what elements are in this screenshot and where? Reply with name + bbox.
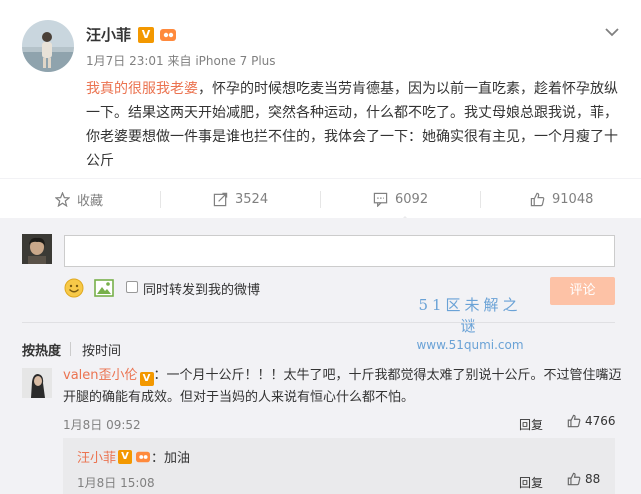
- post-action-bar: 收藏 3524 6092 91048: [0, 178, 641, 223]
- comment-time: 1月8日 09:52: [63, 418, 141, 432]
- sort-by-time-tab[interactable]: 按时间: [82, 340, 121, 359]
- reply-thread: 汪小菲 V ：加油 1月8日 15:08 回复 88: [63, 438, 615, 494]
- image-upload-icon[interactable]: [94, 279, 114, 297]
- favorite-label: 收藏: [77, 193, 104, 209]
- site-watermark: 51区未解之谜 www.51qumi.com: [410, 294, 530, 352]
- action-divider: [480, 191, 481, 208]
- sort-by-hot-tab[interactable]: 按热度: [22, 340, 61, 359]
- author-name[interactable]: 汪小菲: [86, 24, 131, 45]
- also-repost-checkbox[interactable]: [126, 281, 138, 293]
- reply-button[interactable]: 回复: [519, 416, 543, 433]
- reply-author-name[interactable]: 汪小菲: [77, 447, 116, 466]
- reply-like-count: 88: [585, 472, 601, 486]
- favorite-button[interactable]: 收藏: [55, 179, 103, 219]
- post-body: 我真的很服我老婆，怀孕的时候想吃麦当劳肯德基，因为以前一直吃素，趁着怀孕放纵一下…: [86, 77, 626, 173]
- sort-divider: [70, 342, 71, 356]
- like-count: 91048: [552, 191, 594, 207]
- verified-icon: V: [118, 449, 133, 464]
- weibo-post: 汪小菲 V 1月7日 23:01 来自 iPhone 7 Plus 我真的很服我…: [0, 0, 641, 178]
- watermark-title: 51区未解之谜: [418, 296, 522, 335]
- like-button[interactable]: 91048: [530, 179, 593, 219]
- chevron-down-icon[interactable]: [605, 22, 619, 37]
- member-level-icon: [135, 450, 151, 464]
- reply-text: 汪小菲 V ：加油: [77, 447, 190, 466]
- post-meta: 1月7日 23:01 来自 iPhone 7 Plus: [86, 52, 276, 69]
- member-level-icon: [159, 27, 177, 43]
- emoji-icon[interactable]: [64, 278, 84, 298]
- comment-count: 6092: [395, 191, 429, 207]
- thumbs-up-icon: [567, 414, 581, 428]
- reply-body: ：加油: [151, 451, 191, 466]
- current-user-avatar[interactable]: [22, 234, 52, 264]
- reply-like-button[interactable]: 88: [567, 472, 600, 486]
- repost-count: 3524: [235, 191, 269, 207]
- thumbs-up-icon: [567, 472, 581, 486]
- commenter-avatar[interactable]: [22, 368, 52, 398]
- author-avatar[interactable]: [22, 20, 74, 72]
- comment-like-count: 4766: [585, 414, 616, 428]
- verified-icon: V: [139, 372, 154, 386]
- submit-comment-button[interactable]: 评论: [550, 277, 615, 305]
- action-divider: [160, 191, 161, 208]
- comment-text: valen歪小伦 V ：一个月十公斤！！！太牛了吧，十斤我都觉得太难了别说十公斤。不…: [63, 365, 623, 409]
- watermark-url: www.51qumi.com: [416, 338, 524, 352]
- thumbs-up-icon: [530, 192, 545, 206]
- comment-icon: [373, 192, 388, 207]
- post-source: 来自 iPhone 7 Plus: [167, 54, 276, 68]
- comment-section: 同时转发到我的微博 评论 51区未解之谜 www.51qumi.com 按热度 …: [0, 218, 641, 494]
- repost-button[interactable]: 3524: [213, 179, 268, 219]
- post-body-highlight: 我真的很服我老婆: [86, 81, 198, 97]
- action-divider: [320, 191, 321, 208]
- repost-icon: [213, 192, 228, 206]
- comment-like-button[interactable]: 4766: [567, 414, 616, 428]
- comment-input[interactable]: [64, 235, 615, 267]
- section-divider: [22, 322, 615, 323]
- commenter-name[interactable]: valen歪小伦: [63, 368, 138, 383]
- author-line: 汪小菲 V: [86, 24, 177, 45]
- comment-button[interactable]: 6092: [373, 179, 428, 219]
- reply-button[interactable]: 回复: [519, 474, 543, 491]
- verified-icon: V: [138, 26, 155, 43]
- reply-time: 1月8日 15:08: [77, 476, 155, 490]
- star-icon: [55, 191, 70, 207]
- post-timestamp[interactable]: 1月7日 23:01: [86, 54, 164, 68]
- also-repost-label: 同时转发到我的微博: [143, 283, 261, 298]
